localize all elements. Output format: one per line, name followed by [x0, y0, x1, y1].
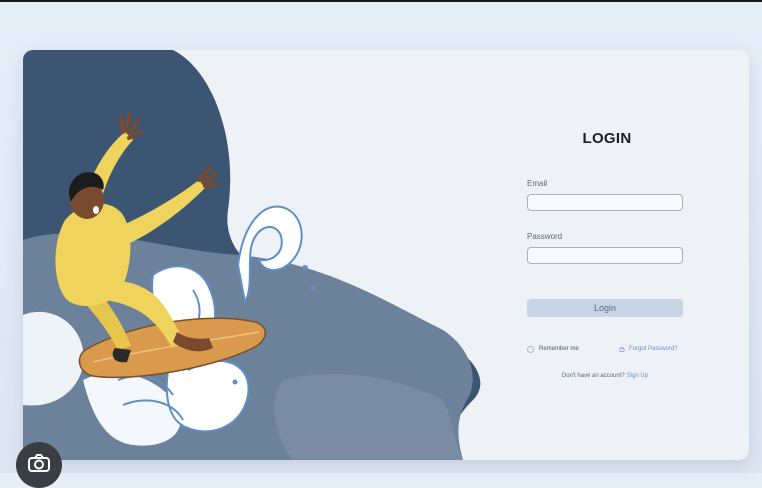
signup-link[interactable]: Sign Up: [627, 373, 648, 379]
lens-search-button[interactable]: [16, 442, 62, 488]
login-card: LOGIN Email Password Login Remember me F…: [23, 50, 749, 460]
password-field[interactable]: [527, 247, 683, 264]
login-form: LOGIN Email Password Login Remember me F…: [527, 50, 687, 460]
login-button[interactable]: Login: [527, 299, 683, 317]
remember-me-toggle[interactable]: Remember me: [527, 344, 579, 354]
lens-search-icon: [28, 454, 50, 472]
forgot-password-label: Forgot Password?: [629, 346, 678, 352]
signup-row: Don't have an account? Sign Up: [527, 373, 683, 379]
remember-me-checkbox[interactable]: [527, 345, 534, 353]
remember-me-label: Remember me: [539, 346, 579, 352]
lock-icon: [619, 346, 625, 352]
signup-prompt: Don't have an account?: [561, 373, 625, 379]
surfer-mouth: [93, 206, 99, 214]
spray-drop: [232, 379, 238, 385]
page-title: LOGIN: [582, 130, 632, 147]
spray-drop: [311, 286, 315, 290]
top-border: [0, 0, 762, 2]
email-field[interactable]: [527, 194, 683, 211]
password-label: Password: [527, 232, 563, 241]
forgot-password-link[interactable]: Forgot Password?: [619, 344, 678, 354]
spray-drop: [302, 265, 308, 271]
email-label: Email: [527, 179, 548, 188]
